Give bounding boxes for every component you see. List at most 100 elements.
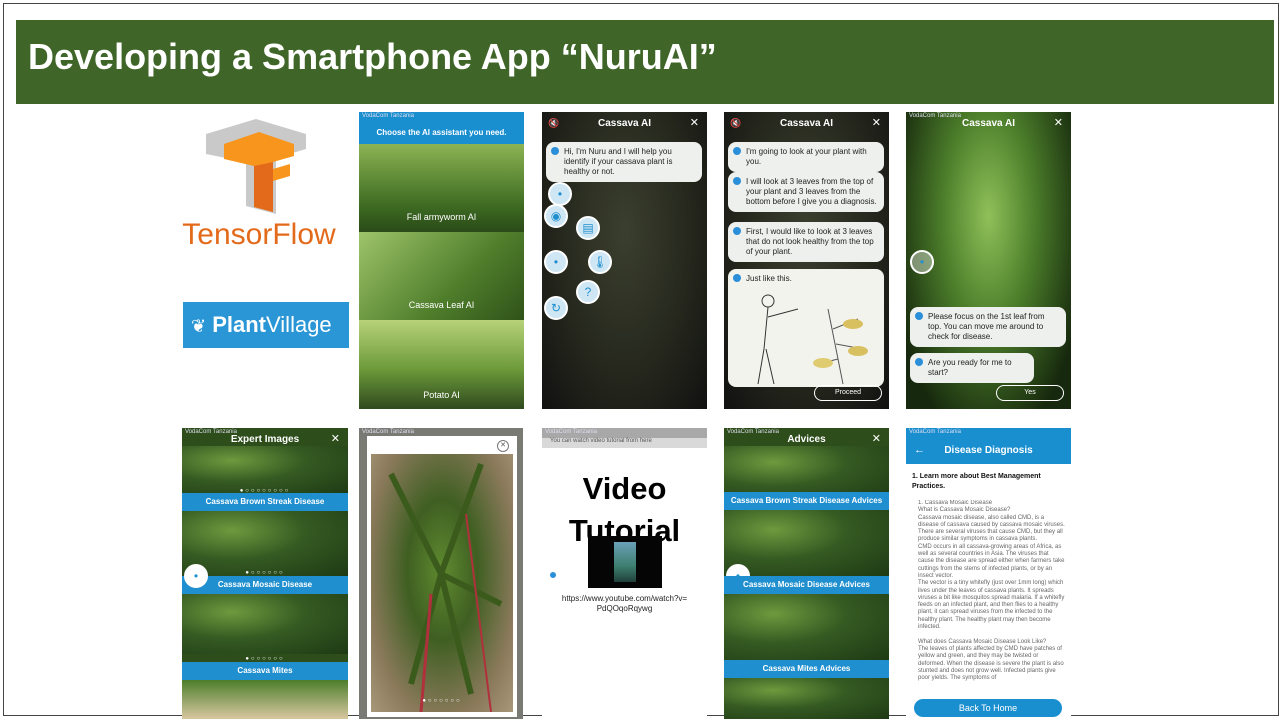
instruction-message: I will look at 3 leaves from the top of … bbox=[728, 172, 884, 212]
camera-message-text: Are you ready for me to start? bbox=[928, 358, 1012, 377]
camera-message: Please focus on the 1st leaf from top. Y… bbox=[910, 307, 1066, 347]
thermometer-icon[interactable]: 🌡 bbox=[588, 250, 612, 274]
screen-advices: VodaCom Tanzania Advices ✕ Cassava Brown… bbox=[724, 428, 889, 719]
slide-title: Developing a Smartphone App “NuruAI” bbox=[28, 36, 717, 77]
nuru-icon bbox=[733, 147, 741, 155]
plantvillage-prefix: Plant bbox=[212, 312, 267, 337]
video-thumbnail bbox=[614, 542, 636, 582]
gallery-icon[interactable]: ▤ bbox=[576, 216, 600, 240]
nuru-icon bbox=[733, 227, 741, 235]
expert-image[interactable] bbox=[182, 511, 348, 576]
leaf-icon: ❦ bbox=[191, 316, 207, 336]
screen-intro: 🔇 Cassava AI ✕ Hi, I'm Nuru and I will h… bbox=[542, 112, 707, 409]
example-illustration: Just like this. bbox=[728, 269, 884, 387]
app-title: Cassava AI bbox=[598, 118, 651, 129]
camera-message: Are you ready for me to start? bbox=[910, 353, 1034, 383]
expert-label: Cassava Mites bbox=[182, 662, 348, 680]
diagnosis-title: Disease Diagnosis bbox=[944, 445, 1033, 456]
tensorflow-wordmark: TensorFlow bbox=[182, 218, 336, 251]
close-icon[interactable]: ✕ bbox=[872, 116, 881, 129]
option-label: Cassava Leaf AI bbox=[408, 300, 475, 310]
option-cassava-leaf[interactable]: Cassava Leaf AI bbox=[359, 232, 524, 320]
nuru-icon bbox=[915, 312, 923, 320]
advice-label[interactable]: Cassava Mosaic Disease Advices bbox=[724, 576, 889, 594]
screen-choose-assistant: VodaCom Tanzania Choose the AI assistant… bbox=[359, 112, 524, 409]
nuru-avatar-button[interactable]: • bbox=[548, 182, 572, 206]
intro-message-text: Hi, I'm Nuru and I will help you identif… bbox=[564, 147, 673, 176]
video-url-line2: PdQOqoRqywg bbox=[596, 604, 653, 613]
expert-image[interactable] bbox=[182, 446, 348, 494]
diagnosis-body: 1. Cassava Mosaic Disease What is Cassav… bbox=[918, 500, 1065, 682]
instruction-message: I'm going to look at your plant with you… bbox=[728, 142, 884, 172]
back-to-home-button[interactable]: Back To Home bbox=[914, 699, 1062, 717]
close-icon[interactable]: ✕ bbox=[690, 116, 699, 129]
eye-icon[interactable]: ◉ bbox=[544, 204, 568, 228]
advice-image[interactable] bbox=[724, 678, 889, 719]
refresh-icon[interactable]: ↻ bbox=[544, 296, 568, 320]
nuru-icon bbox=[733, 177, 741, 185]
instruction-text: I will look at 3 leaves from the top of … bbox=[746, 177, 877, 206]
nuru-icon[interactable] bbox=[550, 572, 556, 578]
carousel-dots: ●○○○○○○ bbox=[422, 698, 462, 704]
title-bar: Developing a Smartphone App “NuruAI” bbox=[16, 20, 1274, 104]
nuru-icon bbox=[915, 358, 923, 366]
video-url-line1: https://www.youtube.com/watch?v= bbox=[561, 594, 688, 603]
video-player[interactable] bbox=[588, 536, 662, 588]
screen-camera: VodaCom Tanzania Cassava AI ✕ • Please f… bbox=[906, 112, 1071, 409]
nuru-avatar-button[interactable]: • bbox=[184, 564, 208, 588]
option-label: Fall armyworm AI bbox=[406, 212, 477, 222]
diagnosis-header: ← Disease Diagnosis bbox=[906, 438, 1071, 464]
close-icon[interactable]: ✕ bbox=[872, 432, 881, 445]
plantvillage-suffix: Village bbox=[266, 312, 332, 337]
help-icon[interactable]: ? bbox=[576, 280, 600, 304]
tensorflow-icon bbox=[206, 119, 306, 214]
expert-label: Cassava Brown Streak Disease bbox=[182, 493, 348, 511]
advice-label[interactable]: Cassava Brown Streak Disease Advices bbox=[724, 492, 889, 510]
instruction-message: Just like this. bbox=[728, 269, 884, 289]
choose-header-text: Choose the AI assistant you need. bbox=[376, 128, 507, 137]
close-icon[interactable]: ✕ bbox=[1054, 116, 1063, 129]
option-fall-armyworm[interactable]: Fall armyworm AI bbox=[359, 144, 524, 232]
instruction-text: I'm going to look at your plant with you… bbox=[746, 147, 867, 166]
leaf-icon bbox=[388, 462, 503, 713]
app-title: Cassava AI bbox=[962, 118, 1015, 129]
screen-image-viewer: VodaCom Tanzania ✕ ●○○○○○○ bbox=[359, 428, 523, 719]
status-bar: VodaCom Tanzania bbox=[906, 428, 1071, 438]
yes-button[interactable]: Yes bbox=[996, 385, 1064, 401]
option-label: Potato AI bbox=[423, 390, 460, 400]
section-title: 1. Learn more about Best Management Prac… bbox=[912, 473, 1041, 490]
screen-instructions: 🔇 Cassava AI ✕ I'm going to look at your… bbox=[724, 112, 889, 409]
video-label-line1: Video bbox=[582, 471, 667, 506]
camera-message-text: Please focus on the 1st leaf from top. Y… bbox=[928, 312, 1045, 341]
close-circle-icon[interactable]: ✕ bbox=[497, 440, 509, 452]
advice-label[interactable]: Cassava Mites Advices bbox=[724, 660, 889, 678]
screen-video-tutorial: VodaCom Tanzania You can watch video tut… bbox=[542, 428, 707, 719]
nuru-icon bbox=[551, 147, 559, 155]
option-potato[interactable]: Potato AI bbox=[359, 320, 524, 409]
app-title: Cassava AI bbox=[780, 118, 833, 129]
expert-image[interactable] bbox=[182, 594, 348, 654]
image-card: ✕ ●○○○○○○ bbox=[367, 436, 517, 717]
nuru-icon bbox=[733, 274, 741, 282]
nuru-chat-icon[interactable]: • bbox=[544, 250, 568, 274]
video-hint: You can watch video tutorial from here bbox=[542, 438, 707, 448]
tensorflow-logo: TensorFlow bbox=[176, 114, 342, 264]
screen-disease-diagnosis: VodaCom Tanzania ← Disease Diagnosis 1. … bbox=[906, 428, 1071, 719]
expert-image[interactable] bbox=[182, 680, 348, 719]
nuru-avatar-button[interactable]: • bbox=[910, 250, 934, 274]
proceed-button[interactable]: Proceed bbox=[814, 385, 882, 401]
advice-image[interactable] bbox=[724, 594, 889, 660]
instruction-text: First, I would like to look at 3 leaves … bbox=[746, 227, 874, 256]
status-bar: VodaCom Tanzania bbox=[359, 112, 524, 122]
instruction-message: First, I would like to look at 3 leaves … bbox=[728, 222, 884, 262]
zoomed-leaf-image[interactable]: ●○○○○○○ bbox=[371, 454, 513, 713]
plantvillage-logo: ❦ PlantVillage bbox=[183, 302, 349, 348]
close-icon[interactable]: ✕ bbox=[331, 432, 340, 445]
farmer-illustration bbox=[757, 294, 868, 385]
instruction-text: Just like this. bbox=[746, 274, 792, 283]
advice-image[interactable] bbox=[724, 510, 889, 576]
status-bar: VodaCom Tanzania bbox=[542, 428, 707, 438]
video-url[interactable]: https://www.youtube.com/watch?v= PdQOqoR… bbox=[542, 594, 707, 614]
intro-message: Hi, I'm Nuru and I will help you identif… bbox=[546, 142, 702, 182]
screen-expert-images: VodaCom Tanzania Expert Images ✕ ●○○○○○○… bbox=[182, 428, 348, 719]
